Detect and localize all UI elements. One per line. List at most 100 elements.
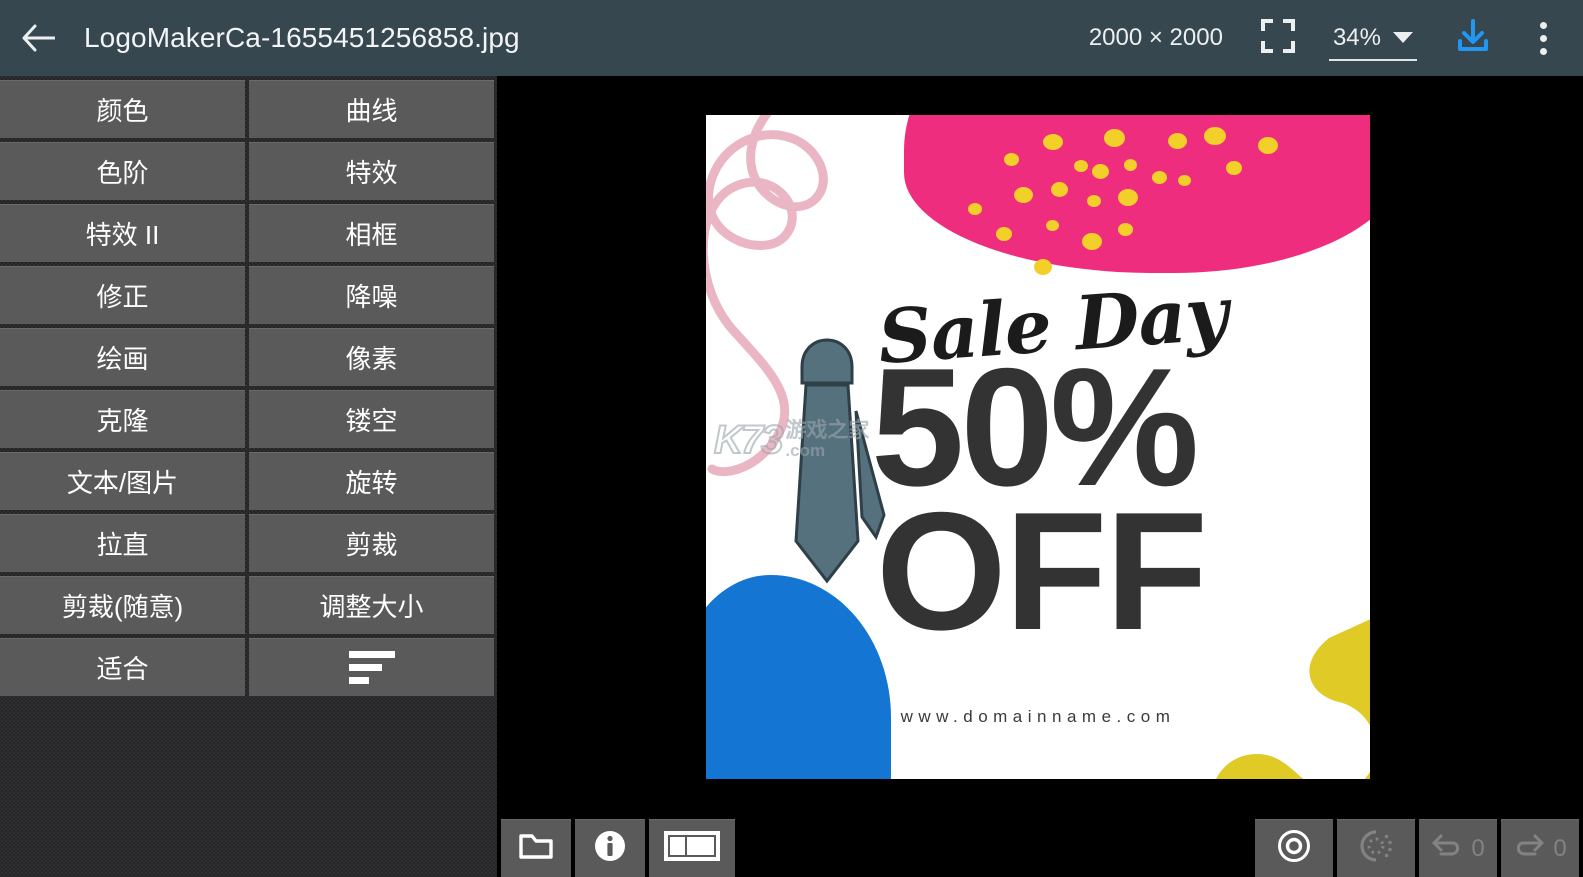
yellow-dot [1046, 220, 1059, 231]
tool-label: 调整大小 [319, 592, 424, 622]
arrow-left-icon [21, 23, 55, 53]
tool-button-text-image[interactable]: 文本/图片 [0, 452, 245, 510]
yellow-dot [1258, 137, 1278, 154]
top-app-bar: LogoMakerCa-1655451256858.jpg 2000 × 200… [0, 0, 1583, 76]
tool-label: 文本/图片 [66, 468, 179, 498]
yellow-dot [1104, 129, 1125, 147]
more-vertical-icon [1539, 21, 1547, 29]
bottom-toolbar-right: 0 0 [1251, 819, 1583, 877]
image-preview[interactable]: Sale Day 50% OFF www.domainname.com K73 … [706, 115, 1370, 779]
tool-button-effects[interactable]: 特效 [249, 142, 494, 200]
tool-button-pixelate[interactable]: 像素 [249, 328, 494, 386]
tool-button-retouch[interactable]: 修正 [0, 266, 245, 324]
yellow-dot [1034, 259, 1052, 275]
tool-label: 克隆 [96, 406, 149, 436]
undo-button: 0 [1419, 819, 1497, 877]
tool-button-align[interactable] [249, 638, 494, 696]
open-folder-button[interactable] [501, 819, 571, 877]
chevron-down-icon [1393, 32, 1413, 43]
align-left-icon [348, 651, 395, 684]
tool-button-effects-2[interactable]: 特效 II [0, 204, 245, 262]
bottom-toolbar-left [497, 819, 739, 877]
yellow-dot [1092, 164, 1109, 179]
tool-label: 修正 [96, 282, 149, 312]
yellow-dot [1014, 187, 1033, 203]
tool-label: 曲线 [345, 96, 398, 126]
tool-button-denoise[interactable]: 降噪 [249, 266, 494, 324]
tool-label: 镂空 [345, 406, 398, 436]
yellow-dot [1051, 182, 1068, 197]
tool-button-color[interactable]: 颜色 [0, 80, 245, 138]
tool-label: 旋转 [345, 468, 398, 498]
tool-label: 降噪 [345, 282, 398, 312]
yellow-dot [1082, 233, 1102, 250]
yellow-blob-decoration [1179, 594, 1370, 779]
layout-button[interactable] [649, 819, 735, 877]
image-dimensions-label: 2000 × 2000 [1088, 24, 1223, 51]
yellow-dot [1043, 134, 1063, 150]
yellow-dot [1087, 195, 1101, 207]
yellow-dot [1178, 175, 1191, 186]
yellow-dot [1004, 153, 1019, 166]
yellow-dot [1118, 189, 1138, 206]
undo-count: 0 [1471, 834, 1485, 862]
undo-icon [1431, 833, 1463, 864]
tool-label: 特效 II [85, 220, 160, 250]
tool-label: 剪裁 [345, 530, 398, 560]
processing-button [1337, 819, 1415, 877]
image-canvas-area[interactable]: Sale Day 50% OFF www.domainname.com K73 … [497, 76, 1583, 877]
info-icon [593, 829, 627, 868]
yellow-dot [1204, 127, 1226, 145]
editor-body: 颜色 曲线 色阶 特效 特效 II 相框 修正 降噪 绘画 像素 克隆 镂空 文… [0, 76, 1583, 877]
tool-button-curves[interactable]: 曲线 [249, 80, 494, 138]
blue-blob-decoration [706, 575, 891, 779]
tool-button-crop[interactable]: 剪裁 [249, 514, 494, 572]
fullscreen-button[interactable] [1253, 13, 1303, 63]
fullscreen-icon [1260, 18, 1295, 58]
discount-off-text: OFF [876, 477, 1208, 665]
yellow-dot [996, 227, 1012, 241]
tool-grid: 颜色 曲线 色阶 特效 特效 II 相框 修正 降噪 绘画 像素 克隆 镂空 文… [0, 80, 497, 696]
tool-label: 色阶 [96, 158, 149, 188]
tool-label: 相框 [345, 220, 398, 250]
redo-count: 0 [1553, 834, 1567, 862]
tool-label: 剪裁(随意) [61, 592, 184, 622]
dashed-circle-icon [1358, 828, 1394, 869]
tool-button-straighten[interactable]: 拉直 [0, 514, 245, 572]
tool-button-cutout[interactable]: 镂空 [249, 390, 494, 448]
tool-button-rotate[interactable]: 旋转 [249, 452, 494, 510]
panel-layout-icon [664, 829, 720, 868]
more-vertical-icon [1539, 47, 1547, 55]
tool-button-paint[interactable]: 绘画 [0, 328, 245, 386]
image-editor-window: LogoMakerCa-1655451256858.jpg 2000 × 200… [0, 0, 1583, 877]
overflow-menu-button[interactable] [1521, 12, 1565, 64]
tool-button-crop-free[interactable]: 剪裁(随意) [0, 576, 245, 634]
more-vertical-icon [1539, 34, 1547, 42]
tool-label: 像素 [345, 344, 398, 374]
apply-button[interactable] [1255, 819, 1333, 877]
tool-button-resize[interactable]: 调整大小 [249, 576, 494, 634]
yellow-dot [1226, 161, 1242, 175]
zoom-level-selector[interactable]: 34% [1328, 23, 1417, 61]
tool-button-fit[interactable]: 适合 [0, 638, 245, 696]
yellow-dot [1074, 160, 1088, 172]
download-button[interactable] [1447, 12, 1499, 64]
yellow-dot [968, 203, 982, 215]
tool-button-clone[interactable]: 克隆 [0, 390, 245, 448]
tool-button-levels[interactable]: 色阶 [0, 142, 245, 200]
tool-label: 绘画 [96, 344, 149, 374]
yellow-dot [1118, 223, 1133, 236]
header-actions: 2000 × 2000 34% [1089, 0, 1583, 76]
info-button[interactable] [575, 819, 645, 877]
yellow-dot [1168, 133, 1187, 149]
tool-label: 特效 [345, 158, 398, 188]
target-circle-icon [1276, 828, 1312, 869]
domain-text: www.domainname.com [900, 707, 1176, 726]
bottom-toolbar: 0 0 [497, 819, 1583, 877]
back-button[interactable] [0, 0, 76, 76]
tool-label: 适合 [96, 654, 149, 684]
yellow-dot [1124, 159, 1137, 171]
tool-button-frames[interactable]: 相框 [249, 204, 494, 262]
zoom-level-value: 34% [1332, 23, 1381, 51]
tools-sidebar: 颜色 曲线 色阶 特效 特效 II 相框 修正 降噪 绘画 像素 克隆 镂空 文… [0, 76, 497, 877]
